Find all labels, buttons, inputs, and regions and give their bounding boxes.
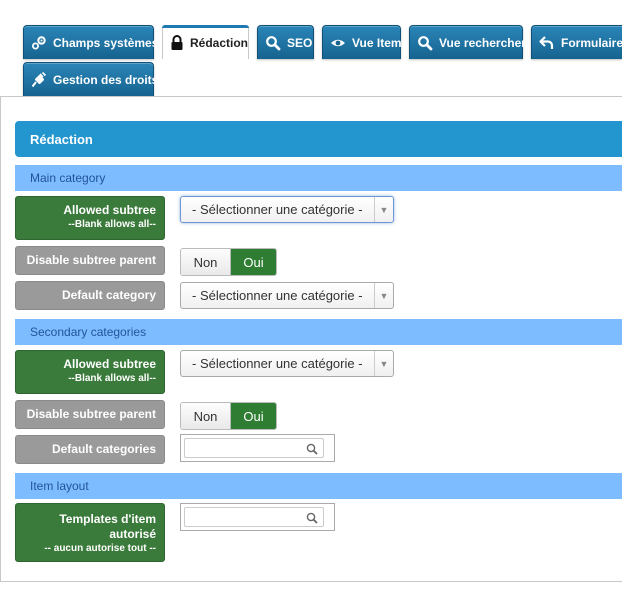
allowed-subtree-select[interactable]: - Sélectionner une catégorie - ▼ — [180, 350, 394, 377]
field-label: Allowed subtree — [63, 203, 156, 217]
tab-redaction[interactable]: Rédaction — [162, 25, 249, 59]
lock-icon — [170, 34, 184, 51]
toggle-option-non[interactable]: Non — [181, 403, 231, 429]
allowed-subtree-label: Allowed subtree --Blank allows all-- — [15, 350, 165, 394]
chevron-down-icon: ▼ — [374, 197, 393, 222]
group-header-main-category: Main category — [15, 165, 622, 191]
chevron-down-icon: ▼ — [374, 283, 393, 308]
default-category-select[interactable]: - Sélectionner une catégorie - ▼ — [180, 282, 394, 309]
tab-vue-rechercher[interactable]: Vue rechercher — [409, 25, 526, 59]
search-box — [184, 438, 324, 458]
templates-input[interactable] — [189, 509, 299, 527]
toggle-option-oui[interactable]: Oui — [231, 403, 276, 429]
field-hint: --Blank allows all-- — [68, 373, 156, 384]
disable-subtree-parent-toggle: Non Oui — [180, 402, 277, 430]
field-hint: -- aucun autorise tout -- — [44, 543, 156, 554]
group-header-secondary-categories: Secondary categories — [15, 319, 622, 345]
tab-label: Vue Item — [352, 35, 402, 50]
tab-formulaire[interactable]: Formulaire c — [531, 25, 622, 59]
field-label: Disable subtree parent — [26, 407, 156, 421]
field-hint: --Blank allows all-- — [68, 219, 156, 230]
field-label: Templates d'item autorisé — [59, 512, 156, 541]
tab-label: Gestion des droits — [53, 72, 159, 87]
tab-label: Champs systèmes — [53, 35, 159, 50]
tab-label: SEO — [287, 35, 313, 50]
tab-champs-systemes[interactable]: Champs systèmes — [23, 25, 158, 59]
eye-icon — [330, 35, 346, 51]
search-icon — [306, 443, 318, 455]
default-categories-search — [180, 434, 335, 462]
default-categories-input[interactable] — [189, 440, 299, 458]
tab-vue-item[interactable]: Vue Item — [322, 25, 402, 59]
section-header: Rédaction — [15, 121, 622, 157]
tab-gestion-des-droits[interactable]: Gestion des droits — [23, 62, 158, 96]
toggle-option-oui[interactable]: Oui — [231, 249, 276, 275]
search-box — [184, 507, 324, 527]
disable-subtree-parent-toggle: Non Oui — [180, 248, 277, 276]
allowed-subtree-label: Allowed subtree --Blank allows all-- — [15, 196, 165, 240]
chevron-down-icon: ▼ — [374, 351, 393, 376]
templates-label: Templates d'item autorisé -- aucun autor… — [15, 503, 165, 562]
field-label: Disable subtree parent — [26, 253, 156, 267]
allowed-subtree-select[interactable]: - Sélectionner une catégorie - ▼ — [180, 196, 394, 223]
plug-icon — [31, 71, 47, 88]
default-category-label: Default category — [15, 281, 165, 310]
group-header-item-layout: Item layout — [15, 473, 622, 499]
field-label: Default category — [61, 288, 156, 302]
search-icon — [265, 35, 281, 51]
tab-seo[interactable]: SEO — [257, 25, 314, 59]
tab-label: Rédaction — [190, 35, 249, 50]
search-icon — [417, 35, 433, 51]
default-categories-label: Default categories — [15, 435, 165, 464]
disable-subtree-parent-label: Disable subtree parent — [15, 246, 165, 275]
tab-label: Vue rechercher — [439, 35, 526, 50]
back-arrow-icon — [539, 35, 555, 51]
field-label: Default categories — [51, 442, 156, 456]
select-value: - Sélectionner une catégorie - — [192, 288, 363, 303]
tab-label: Formulaire c — [561, 35, 622, 50]
cogs-icon — [31, 35, 47, 51]
disable-subtree-parent-label: Disable subtree parent — [15, 400, 165, 429]
select-value: - Sélectionner une catégorie - — [192, 356, 363, 371]
select-value: - Sélectionner une catégorie - — [192, 202, 363, 217]
field-label: Allowed subtree — [63, 357, 156, 371]
toggle-option-non[interactable]: Non — [181, 249, 231, 275]
templates-search — [180, 503, 335, 531]
search-icon — [306, 512, 318, 524]
